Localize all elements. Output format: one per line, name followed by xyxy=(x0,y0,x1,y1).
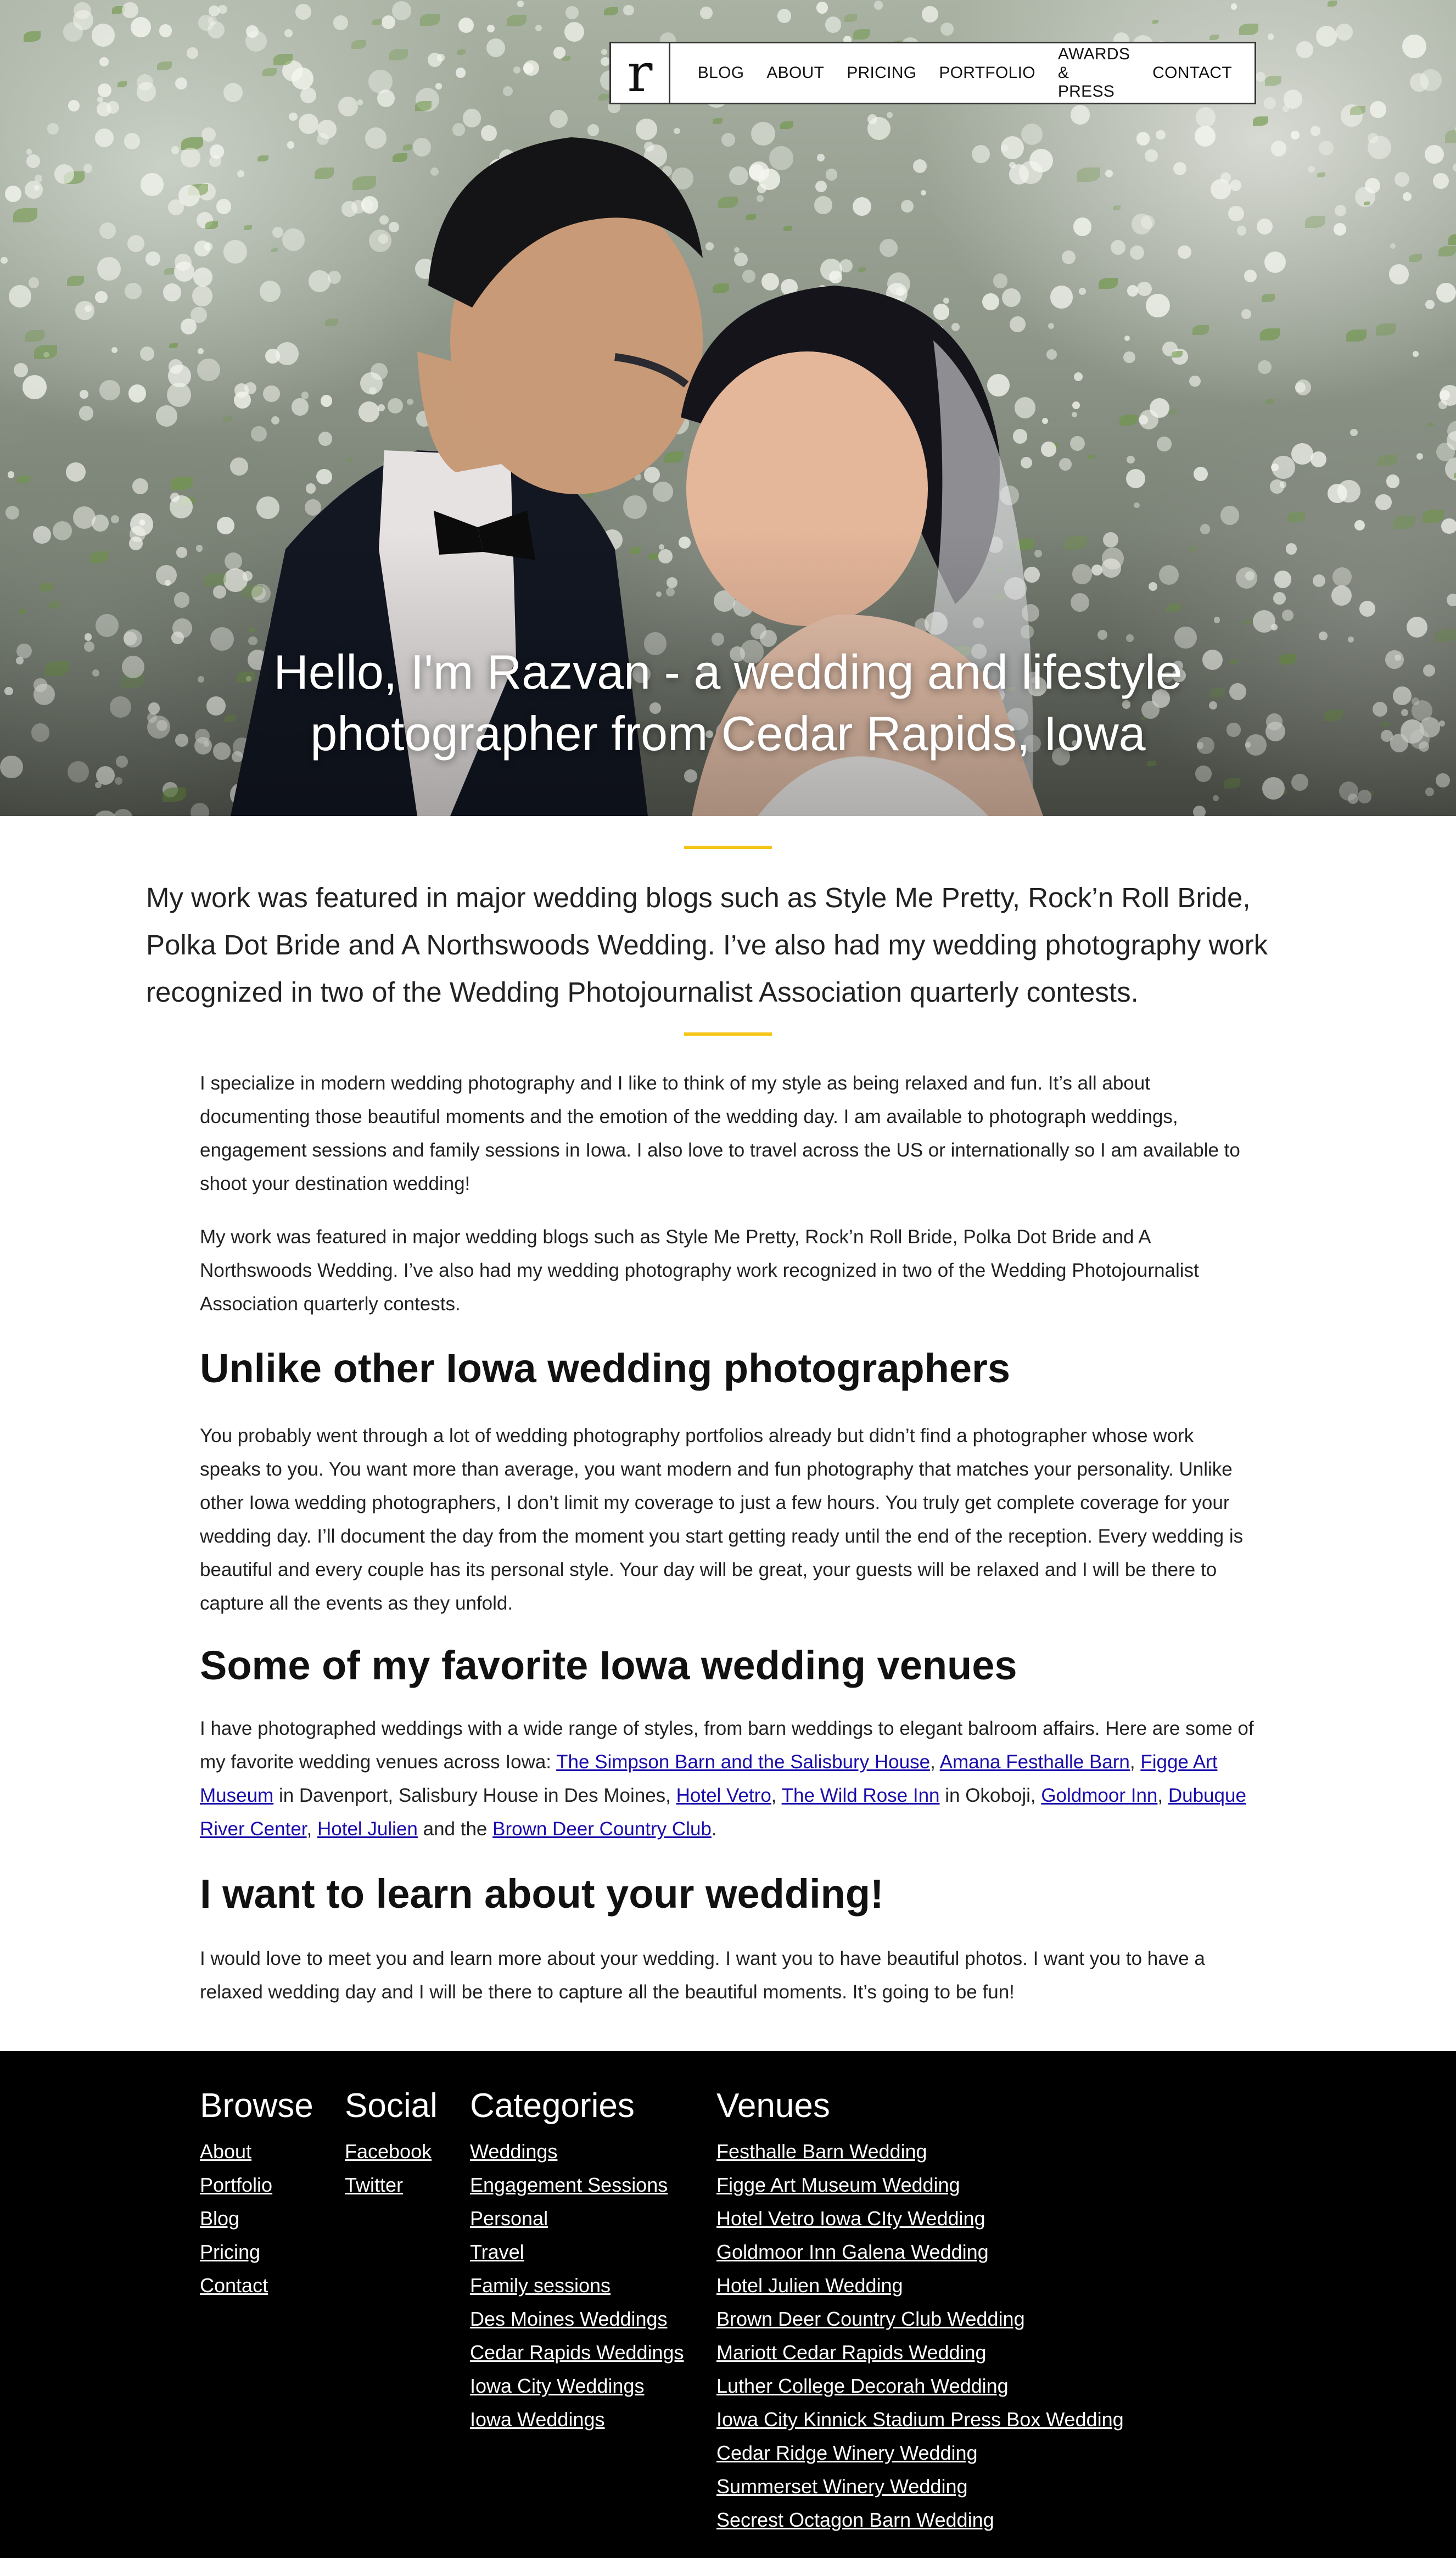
footer-browse: Browse About Portfolio Blog Pricing Cont… xyxy=(200,2083,313,2302)
venues-sep-2: , xyxy=(1129,1751,1141,1773)
nav-link-pricing[interactable]: PRICING xyxy=(847,64,916,82)
footer-link-blog[interactable]: Blog xyxy=(200,2202,313,2235)
footer-venue-link[interactable]: Festhalle Barn Wedding xyxy=(716,2135,1124,2168)
footer-link-twitter[interactable]: Twitter xyxy=(345,2168,438,2202)
footer-venue-link[interactable]: Brown Deer Country Club Wedding xyxy=(716,2302,1124,2336)
intro-paragraph: I specialize in modern wedding photograp… xyxy=(200,1066,1259,1200)
footer-link-portfolio[interactable]: Portfolio xyxy=(200,2168,313,2202)
nav-link-awards-press[interactable]: AWARDS & PRESS xyxy=(1058,45,1130,101)
paragraph-unlike: You probably went through a lot of weddi… xyxy=(200,1425,1244,1614)
footer-venue-link[interactable]: Goldmoor Inn Galena Wedding xyxy=(716,2235,1124,2269)
learn-body: I would love to meet you and learn more … xyxy=(200,1942,1259,2009)
accent-divider-top xyxy=(684,846,772,849)
paragraph-specialize: I specialize in modern wedding photograp… xyxy=(200,1073,1240,1194)
venues-sep-3: , xyxy=(771,1785,782,1806)
hero-title: Hello, I'm Razvan - a wedding and lifest… xyxy=(179,641,1277,764)
venues-end: . xyxy=(711,1818,717,1840)
hero-image: Hello, I'm Razvan - a wedding and lifest… xyxy=(0,0,1456,816)
link-hotel-julien[interactable]: Hotel Julien xyxy=(317,1818,418,1840)
footer-link-pricing[interactable]: Pricing xyxy=(200,2235,313,2269)
unlike-body: You probably went through a lot of weddi… xyxy=(200,1419,1259,1620)
footer-venue-link[interactable]: Figge Art Museum Wedding xyxy=(716,2168,1124,2202)
lead-paragraph: My work was featured in major wedding bl… xyxy=(146,882,1268,1008)
unlike-section: Unlike other Iowa wedding photographers xyxy=(200,1344,1259,1393)
footer-venue-link[interactable]: Cedar Ridge Winery Wedding xyxy=(716,2436,1124,2470)
venues-sep-1: , xyxy=(930,1751,940,1773)
paragraph-venues: I have photographed weddings with a wide… xyxy=(200,1712,1259,1846)
footer-category-link[interactable]: Travel xyxy=(470,2235,684,2269)
nav-link-portfolio[interactable]: PORTFOLIO xyxy=(939,64,1035,82)
footer-social: Social Facebook Twitter xyxy=(345,2083,438,2202)
link-amana-festhalle[interactable]: Amana Festhalle Barn xyxy=(940,1751,1130,1773)
footer-link-about[interactable]: About xyxy=(200,2135,313,2168)
footer-category-link[interactable]: Iowa Weddings xyxy=(470,2403,684,2436)
footer-venue-link[interactable]: Secrest Octagon Barn Wedding xyxy=(716,2503,1124,2537)
link-simpson-barn[interactable]: The Simpson Barn and the Salisbury House xyxy=(556,1751,930,1773)
venues-mid-text-3: and the xyxy=(417,1818,493,1840)
paragraph-featured: My work was featured in major wedding bl… xyxy=(200,1226,1199,1315)
footer-venues: Venues Festhalle Barn Wedding Figge Art … xyxy=(716,2083,1124,2537)
footer-venue-link[interactable]: Mariott Cedar Rapids Wedding xyxy=(716,2336,1124,2369)
venues-mid-text-2: in Okoboji, xyxy=(939,1785,1041,1806)
link-brown-deer[interactable]: Brown Deer Country Club xyxy=(492,1818,712,1840)
footer-venue-link[interactable]: Hotel Vetro Iowa CIty Wedding xyxy=(716,2202,1124,2235)
link-wild-rose-inn[interactable]: The Wild Rose Inn xyxy=(782,1785,940,1806)
venues-body: I have photographed weddings with a wide… xyxy=(200,1712,1259,1846)
nav-link-about[interactable]: ABOUT xyxy=(766,64,824,82)
footer-categories: Categories Weddings Engagement Sessions … xyxy=(470,2083,684,2436)
footer-category-link[interactable]: Iowa City Weddings xyxy=(470,2369,684,2403)
footer-category-link[interactable]: Des Moines Weddings xyxy=(470,2302,684,2336)
footer-link-contact[interactable]: Contact xyxy=(200,2269,313,2302)
footer-category-link[interactable]: Engagement Sessions xyxy=(470,2168,684,2202)
heading-unlike: Unlike other Iowa wedding photographers xyxy=(200,1345,1010,1391)
footer-venue-link[interactable]: Luther College Decorah Wedding xyxy=(716,2369,1124,2403)
hero-title-line-2: photographer from Cedar Rapids, Iowa xyxy=(310,706,1146,761)
footer-category-link[interactable]: Personal xyxy=(470,2202,684,2235)
heading-learn: I want to learn about your wedding! xyxy=(200,1871,884,1917)
link-hotel-vetro[interactable]: Hotel Vetro xyxy=(676,1785,771,1806)
site-logo[interactable]: r xyxy=(611,43,670,103)
footer-venue-link[interactable]: Summerset Winery Wedding xyxy=(716,2470,1124,2503)
link-goldmoor-inn[interactable]: Goldmoor Inn xyxy=(1041,1785,1157,1806)
nav-links: BLOG ABOUT PRICING PORTFOLIO AWARDS & PR… xyxy=(698,45,1255,101)
venues-sep-4: , xyxy=(1157,1785,1168,1806)
venues-sep-5: , xyxy=(306,1818,317,1840)
footer-venues-title: Venues xyxy=(716,2087,830,2125)
footer-categories-title: Categories xyxy=(470,2087,635,2125)
nav-link-blog[interactable]: BLOG xyxy=(698,64,744,82)
footer-social-title: Social xyxy=(345,2087,438,2125)
heading-venues: Some of my favorite Iowa wedding venues xyxy=(200,1643,1017,1688)
top-navigation: r BLOG ABOUT PRICING PORTFOLIO AWARDS & … xyxy=(609,42,1256,104)
nav-link-contact[interactable]: CONTACT xyxy=(1152,64,1232,82)
footer-venue-link[interactable]: Iowa City Kinnick Stadium Press Box Wedd… xyxy=(716,2403,1124,2436)
venues-section: Some of my favorite Iowa wedding venues xyxy=(200,1641,1259,1690)
accent-divider-bottom xyxy=(684,1032,772,1036)
footer-venue-link[interactable]: Hotel Julien Wedding xyxy=(716,2269,1124,2302)
footer-browse-title: Browse xyxy=(200,2087,313,2125)
paragraph-learn: I would love to meet you and learn more … xyxy=(200,1948,1205,2003)
footer-category-link[interactable]: Cedar Rapids Weddings xyxy=(470,2336,684,2369)
footer-category-link[interactable]: Family sessions xyxy=(470,2269,684,2302)
footer-link-facebook[interactable]: Facebook xyxy=(345,2135,438,2168)
hero-title-line-1: Hello, I'm Razvan - a wedding and lifest… xyxy=(273,645,1183,699)
venues-mid-text-1: in Davenport, Salisbury House in Des Moi… xyxy=(273,1785,676,1806)
footer-category-link[interactable]: Weddings xyxy=(470,2135,684,2168)
site-footer: Browse About Portfolio Blog Pricing Cont… xyxy=(0,2051,1456,2558)
learn-section: I want to learn about your wedding! xyxy=(200,1869,1259,1919)
featured-section: My work was featured in major wedding bl… xyxy=(200,1220,1259,1321)
